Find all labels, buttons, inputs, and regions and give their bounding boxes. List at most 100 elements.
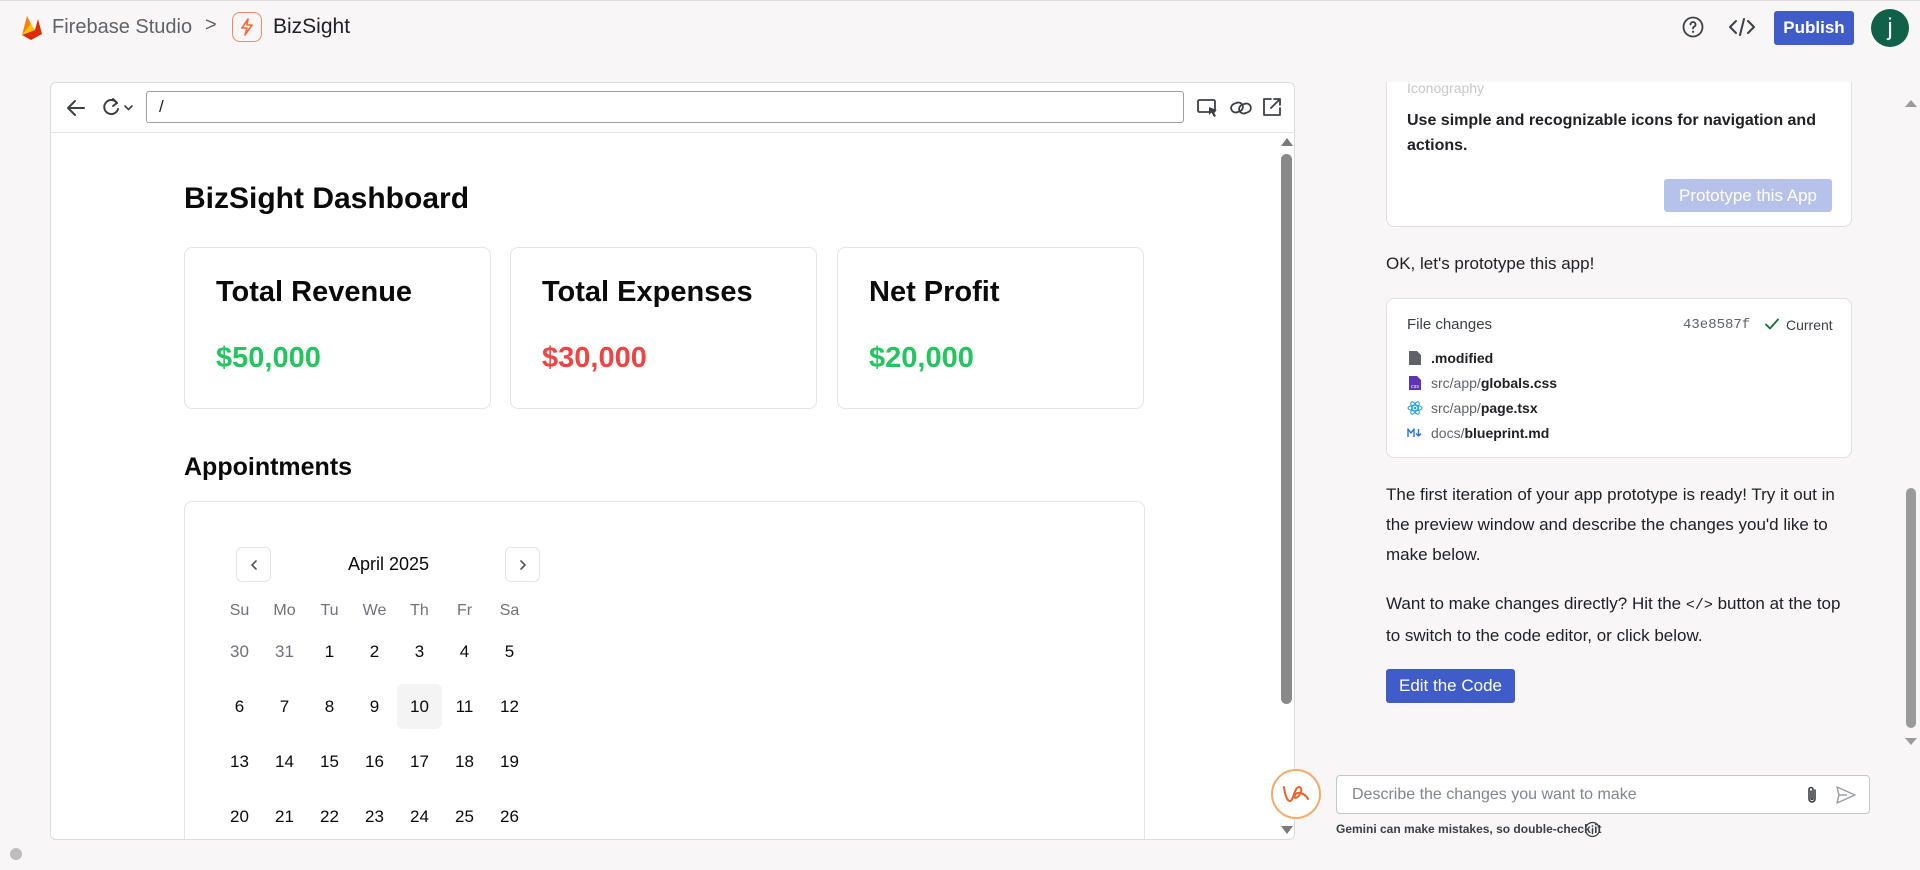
send-icon[interactable] (1835, 785, 1857, 805)
calendar-day[interactable]: 15 (307, 739, 352, 784)
open-external-icon[interactable] (1261, 96, 1283, 118)
file-item[interactable]: .modified (1407, 348, 1493, 368)
select-element-icon[interactable] (1196, 97, 1220, 119)
calendar-next-button[interactable] (505, 547, 540, 582)
calendar-day[interactable]: 17 (397, 739, 442, 784)
code-editor-icon[interactable] (1728, 15, 1756, 39)
help-icon[interactable] (1681, 15, 1705, 39)
calendar-day[interactable]: 11 (442, 684, 487, 729)
calendar-day[interactable]: 1 (307, 629, 352, 674)
calendar-weekday-label: Su (229, 602, 250, 619)
ai-disclaimer: Gemini can make mistakes, so double-chec… (1336, 822, 1602, 836)
metric-card-revenue: Total Revenue $50,000 (184, 247, 491, 409)
calendar-day[interactable]: 21 (262, 794, 307, 839)
calendar-day[interactable]: 6 (217, 684, 262, 729)
file-name: page.tsx (1480, 400, 1538, 416)
metric-label: Total Revenue (216, 276, 413, 308)
calendar-day[interactable]: 2 (352, 629, 397, 674)
calendar-weekday-label: Tu (320, 602, 339, 619)
calendar-day[interactable]: 5 (487, 629, 532, 674)
info-icon[interactable] (1584, 821, 1601, 838)
calendar-day[interactable]: 12 (487, 684, 532, 729)
calendar-day[interactable]: 14 (262, 739, 307, 784)
calendar-day[interactable]: 20 (217, 794, 262, 839)
calendar-day[interactable]: 24 (397, 794, 442, 839)
scroll-up-arrow-icon[interactable] (1905, 100, 1917, 107)
firebase-logo-icon (22, 16, 42, 40)
hint-text-start: Want to make changes directly? Hit the (1386, 594, 1686, 613)
file-changes-card: File changes 43e8587f Current .modified … (1386, 298, 1852, 458)
ai-message-prototype-ready: The first iteration of your app prototyp… (1386, 485, 1835, 564)
chat-scrollbar[interactable] (1905, 98, 1917, 748)
appointments-card: April 2025 Su Mo Tu We Th Fr Sa 30 31 1 2 3 4 5 6 7 8 9 10… (184, 501, 1145, 839)
prototype-app-button[interactable]: Prototype this App (1664, 179, 1832, 212)
calendar-day[interactable]: 10 (397, 684, 442, 729)
scrollbar-thumb[interactable] (1906, 488, 1916, 728)
brand[interactable]: Firebase Studio (18, 13, 192, 41)
check-icon (1765, 318, 1779, 330)
calendar-day[interactable]: 4 (442, 629, 487, 674)
react-icon (1407, 401, 1423, 415)
ai-message-ok: OK, let's prototype this app! (1386, 254, 1595, 273)
scroll-down-arrow-icon[interactable] (1281, 826, 1293, 834)
studio-name: Firebase Studio (52, 15, 193, 38)
calendar-prev-button[interactable] (236, 547, 271, 582)
metric-card-expenses: Total Expenses $30,000 (510, 247, 817, 409)
back-arrow-icon[interactable] (65, 97, 87, 119)
calendar-month-label: April 2025 (348, 554, 430, 574)
commit-hash[interactable]: 43e8587f (1683, 317, 1750, 333)
blueprint-section-label: Iconography (1407, 80, 1485, 96)
calendar-day[interactable]: 18 (442, 739, 487, 784)
edit-code-button[interactable]: Edit the Code (1386, 669, 1515, 703)
file-name: blueprint.md (1464, 425, 1550, 441)
calendar-day[interactable]: 16 (352, 739, 397, 784)
chevron-right-icon (519, 559, 526, 570)
calendar-day[interactable]: 13 (217, 739, 262, 784)
link-icon[interactable] (1229, 97, 1253, 119)
paperclip-icon[interactable] (1804, 785, 1822, 805)
project-name[interactable]: BizSight (273, 15, 350, 39)
prompt-input[interactable] (1337, 776, 1797, 813)
metric-value: $20,000 (869, 342, 974, 374)
publish-button[interactable]: Publish (1774, 11, 1854, 45)
blueprint-text: Use simple and recognizable icons for na… (1407, 112, 1816, 154)
calendar-day[interactable]: 19 (487, 739, 532, 784)
scrollbar-thumb[interactable] (1281, 154, 1292, 704)
file-item[interactable]: css src/app/globals.css (1407, 373, 1557, 393)
reload-icon[interactable] (98, 96, 134, 120)
calendar-day[interactable]: 31 (262, 629, 307, 674)
calendar-day[interactable]: 9 (352, 684, 397, 729)
svg-text:css: css (1411, 384, 1419, 390)
calendar-day[interactable]: 25 (442, 794, 487, 839)
calendar-day[interactable]: 7 (262, 684, 307, 729)
scroll-up-arrow-icon[interactable] (1281, 138, 1293, 146)
file-item[interactable]: docs/blueprint.md (1407, 423, 1549, 443)
avatar[interactable]: j (1871, 9, 1909, 47)
markdown-icon (1407, 428, 1422, 437)
status-dot (10, 848, 22, 860)
preview-scrollbar[interactable] (1277, 134, 1294, 839)
file-item[interactable]: src/app/page.tsx (1407, 398, 1538, 418)
calendar-day[interactable]: 23 (352, 794, 397, 839)
calendar-day[interactable]: 22 (307, 794, 352, 839)
calendar-day[interactable]: 3 (397, 629, 442, 674)
url-input[interactable] (146, 91, 1184, 123)
preview-panel: BizSight Dashboard Total Revenue $50,000… (50, 82, 1295, 840)
metric-value: $30,000 (542, 342, 647, 374)
calendar-day[interactable]: 26 (487, 794, 532, 839)
scroll-down-arrow-icon[interactable] (1905, 738, 1917, 745)
gemini-logo-icon (1271, 769, 1321, 819)
calendar-weekday-label: Mo (273, 602, 296, 619)
breadcrumb-chevron-icon: > (205, 14, 217, 36)
metric-value: $50,000 (216, 342, 321, 374)
metric-card-net-profit: Net Profit $20,000 (837, 247, 1144, 409)
chevron-left-icon (250, 559, 257, 570)
file-dir: src/app/ (1431, 400, 1481, 416)
prompt-container (1336, 775, 1870, 814)
appointments-title: Appointments (184, 453, 353, 481)
calendar-weekday-label: Fr (456, 602, 473, 619)
dashboard-title: BizSight Dashboard (184, 182, 470, 215)
calendar-day[interactable]: 8 (307, 684, 352, 729)
file-changes-title: File changes (1407, 316, 1493, 333)
calendar-day[interactable]: 30 (217, 629, 262, 674)
